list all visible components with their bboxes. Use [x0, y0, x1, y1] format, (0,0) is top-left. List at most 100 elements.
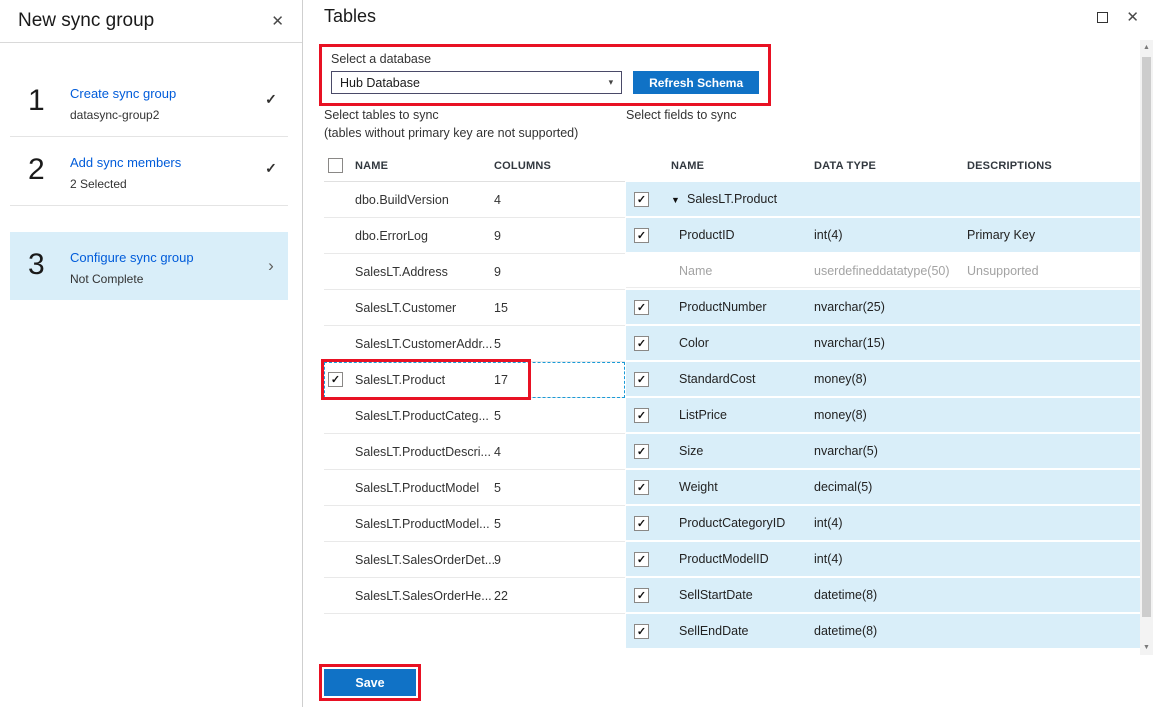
- save-button[interactable]: Save: [324, 669, 416, 696]
- table-columns-count: 5: [494, 481, 625, 495]
- field-row[interactable]: ✓▼SalesLT.Product: [626, 182, 1140, 216]
- table-row[interactable]: SalesLT.ProductModel5: [324, 470, 625, 506]
- field-row[interactable]: ✓SellEndDatedatetime(8): [626, 614, 1140, 648]
- field-row[interactable]: Nameuserdefineddatatype(50)Unsupported: [626, 254, 1140, 288]
- database-dropdown-value: Hub Database: [340, 76, 420, 90]
- checkbox-cell: [324, 192, 355, 207]
- wizard-steps: 1Create sync groupdatasync-group2✓2Add s…: [0, 43, 302, 300]
- field-datatype: datetime(8): [814, 624, 967, 638]
- fields-header-row: NAME DATA TYPE DESCRIPTIONS: [626, 150, 1140, 182]
- field-name: SellStartDate: [671, 588, 814, 602]
- table-name: SalesLT.Address: [355, 265, 494, 279]
- field-row[interactable]: ✓ListPricemoney(8): [626, 398, 1140, 432]
- field-checkbox[interactable]: ✓: [634, 228, 649, 243]
- refresh-schema-button[interactable]: Refresh Schema: [633, 71, 759, 94]
- field-checkbox[interactable]: ✓: [634, 624, 649, 639]
- table-name: dbo.ErrorLog: [355, 229, 494, 243]
- scrollbar-thumb[interactable]: [1142, 57, 1151, 617]
- table-columns-count: 15: [494, 301, 625, 315]
- panel-title: New sync group: [18, 10, 154, 32]
- column-header-datatype: DATA TYPE: [814, 160, 967, 172]
- column-header-descriptions: DESCRIPTIONS: [967, 160, 1140, 172]
- step-title: Create sync group: [70, 86, 258, 101]
- wizard-step[interactable]: 2Add sync members2 Selected✓: [10, 137, 288, 206]
- field-checkbox[interactable]: ✓: [634, 444, 649, 459]
- close-icon[interactable]: ✕: [271, 14, 284, 29]
- close-icon[interactable]: ✕: [1126, 10, 1139, 25]
- wizard-step[interactable]: 1Create sync groupdatasync-group2✓: [10, 68, 288, 137]
- field-name: ProductModelID: [671, 552, 814, 566]
- field-row[interactable]: ✓Colornvarchar(15): [626, 326, 1140, 360]
- field-row[interactable]: ✓ProductNumbernvarchar(25): [626, 290, 1140, 324]
- field-checkbox[interactable]: ✓: [634, 480, 649, 495]
- chevron-right-icon: ›: [258, 247, 284, 276]
- checkbox-cell: ✓: [626, 516, 671, 531]
- save-annotation-red-box: Save: [319, 664, 421, 701]
- scroll-down-icon[interactable]: ▼: [1140, 640, 1153, 655]
- field-row[interactable]: ✓ProductCategoryIDint(4): [626, 506, 1140, 540]
- database-annotation-red-box: Select a database Hub Database ▾ Refresh…: [319, 44, 771, 106]
- table-name: SalesLT.SalesOrderDet...: [355, 553, 494, 567]
- table-columns-count: 5: [494, 517, 625, 531]
- field-name: ProductCategoryID: [671, 516, 814, 530]
- table-columns-count: 22: [494, 589, 625, 603]
- select-all-checkbox[interactable]: [328, 158, 343, 173]
- checkbox-cell: [324, 588, 355, 603]
- table-row[interactable]: ✓SalesLT.Product17: [324, 362, 625, 398]
- scroll-up-icon[interactable]: ▲: [1140, 40, 1153, 55]
- table-row[interactable]: dbo.BuildVersion4: [324, 182, 625, 218]
- field-row[interactable]: ✓Weightdecimal(5): [626, 470, 1140, 504]
- field-name: ListPrice: [671, 408, 814, 422]
- checkbox-cell: [324, 480, 355, 495]
- checkbox-cell: [324, 408, 355, 423]
- table-row[interactable]: SalesLT.SalesOrderHe...22: [324, 578, 625, 614]
- left-panel-header: New sync group ✕: [0, 0, 302, 43]
- field-row[interactable]: ✓ProductModelIDint(4): [626, 542, 1140, 576]
- field-row[interactable]: ✓StandardCostmoney(8): [626, 362, 1140, 396]
- field-row[interactable]: ✓Sizenvarchar(5): [626, 434, 1140, 468]
- checkbox-cell: [324, 444, 355, 459]
- field-checkbox[interactable]: ✓: [634, 588, 649, 603]
- table-row[interactable]: SalesLT.ProductCateg...5: [324, 398, 625, 434]
- table-columns-count: 9: [494, 265, 625, 279]
- field-row[interactable]: ✓ProductIDint(4)Primary Key: [626, 218, 1140, 252]
- checkbox-cell: ✓: [626, 480, 671, 495]
- step-title: Add sync members: [70, 155, 258, 170]
- table-row[interactable]: SalesLT.ProductDescri...4: [324, 434, 625, 470]
- restore-icon[interactable]: [1097, 12, 1108, 23]
- field-checkbox[interactable]: ✓: [634, 192, 649, 207]
- checkbox-cell: ✓: [626, 192, 671, 207]
- table-name: dbo.BuildVersion: [355, 193, 494, 207]
- checkbox-cell: [324, 516, 355, 531]
- checkbox-cell: ✓: [626, 588, 671, 603]
- table-row[interactable]: SalesLT.SalesOrderDet...9: [324, 542, 625, 578]
- field-checkbox[interactable]: ✓: [634, 372, 649, 387]
- field-checkbox[interactable]: ✓: [634, 300, 649, 315]
- field-checkbox[interactable]: ✓: [634, 552, 649, 567]
- tables-to-sync-section: Select tables to sync (tables without pr…: [324, 106, 625, 614]
- step-number: 1: [28, 83, 70, 119]
- wizard-step[interactable]: 3Configure sync groupNot Complete›: [10, 232, 288, 300]
- check-icon: ✓: [258, 83, 284, 108]
- fields-label-block: Select fields to sync: [626, 106, 1140, 150]
- table-row[interactable]: SalesLT.Customer15: [324, 290, 625, 326]
- field-checkbox[interactable]: ✓: [634, 336, 649, 351]
- field-checkbox[interactable]: ✓: [634, 408, 649, 423]
- table-row[interactable]: SalesLT.CustomerAddr...5: [324, 326, 625, 362]
- field-description: Unsupported: [967, 264, 1140, 278]
- table-row[interactable]: dbo.ErrorLog9: [324, 218, 625, 254]
- table-row[interactable]: SalesLT.Address9: [324, 254, 625, 290]
- field-datatype: nvarchar(15): [814, 336, 967, 350]
- row-checkbox[interactable]: ✓: [328, 372, 343, 387]
- step-text: Configure sync groupNot Complete: [70, 247, 258, 286]
- field-checkbox[interactable]: ✓: [634, 516, 649, 531]
- collapse-triangle-icon[interactable]: ▼: [671, 195, 687, 205]
- table-row[interactable]: SalesLT.ProductModel...5: [324, 506, 625, 542]
- field-row[interactable]: ✓SellStartDatedatetime(8): [626, 578, 1140, 612]
- checkbox-cell: ✓: [626, 444, 671, 459]
- table-columns-count: 5: [494, 337, 625, 351]
- database-dropdown[interactable]: Hub Database ▾: [331, 71, 622, 94]
- fields-rows: ✓▼SalesLT.Product✓ProductIDint(4)Primary…: [626, 182, 1140, 648]
- checkbox-cell: ✓: [626, 300, 671, 315]
- table-columns-count: 5: [494, 409, 625, 423]
